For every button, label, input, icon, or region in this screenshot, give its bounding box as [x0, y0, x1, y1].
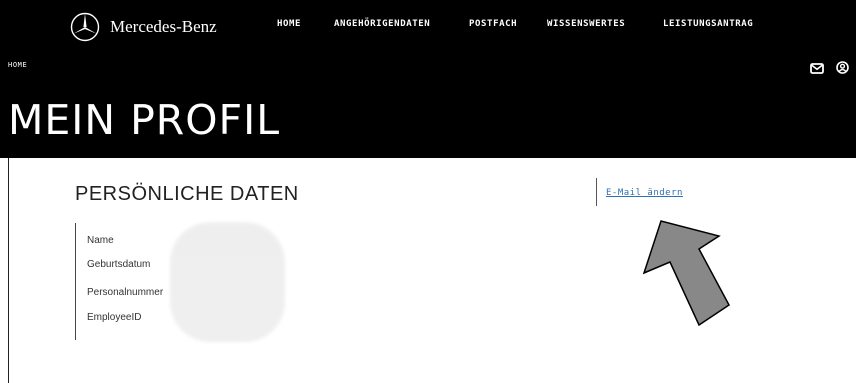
link-divider: [596, 178, 597, 206]
brand-logo[interactable]: Mercedes-Benz: [70, 10, 217, 44]
nav-postfach[interactable]: POSTFACH: [469, 19, 517, 29]
redacted-values: [170, 222, 285, 342]
mercedes-star-icon: [70, 12, 100, 42]
section-title-personal-data: PERSÖNLICHE DATEN: [75, 183, 299, 205]
header-bar: Mercedes-Benz HOME ANGEHÖRIGENDATEN POST…: [0, 0, 856, 158]
nav-home[interactable]: HOME: [277, 19, 301, 29]
fields-divider: [75, 223, 76, 340]
page-title: MEIN PROFIL: [8, 96, 281, 144]
field-label-employeeid: EmployeeID: [87, 312, 142, 323]
field-label-name: Name: [87, 235, 114, 246]
nav-leistungsantrag[interactable]: LEISTUNGSANTRAG: [663, 19, 753, 29]
breadcrumb[interactable]: HOME: [8, 61, 27, 69]
brand-name: Mercedes-Benz: [110, 17, 217, 36]
nav-angehoerigendaten[interactable]: ANGEHÖRIGENDATEN: [334, 19, 430, 29]
mail-icon[interactable]: [810, 61, 824, 79]
user-icon[interactable]: [836, 61, 849, 79]
field-label-personalnummer: Personalnummer: [87, 287, 164, 298]
field-label-geburtsdatum: Geburtsdatum: [87, 259, 151, 270]
nav-wissenswertes[interactable]: WISSENSWERTES: [547, 19, 625, 29]
change-email-link[interactable]: E-Mail ändern: [606, 188, 683, 198]
content-left-border: [8, 158, 9, 383]
